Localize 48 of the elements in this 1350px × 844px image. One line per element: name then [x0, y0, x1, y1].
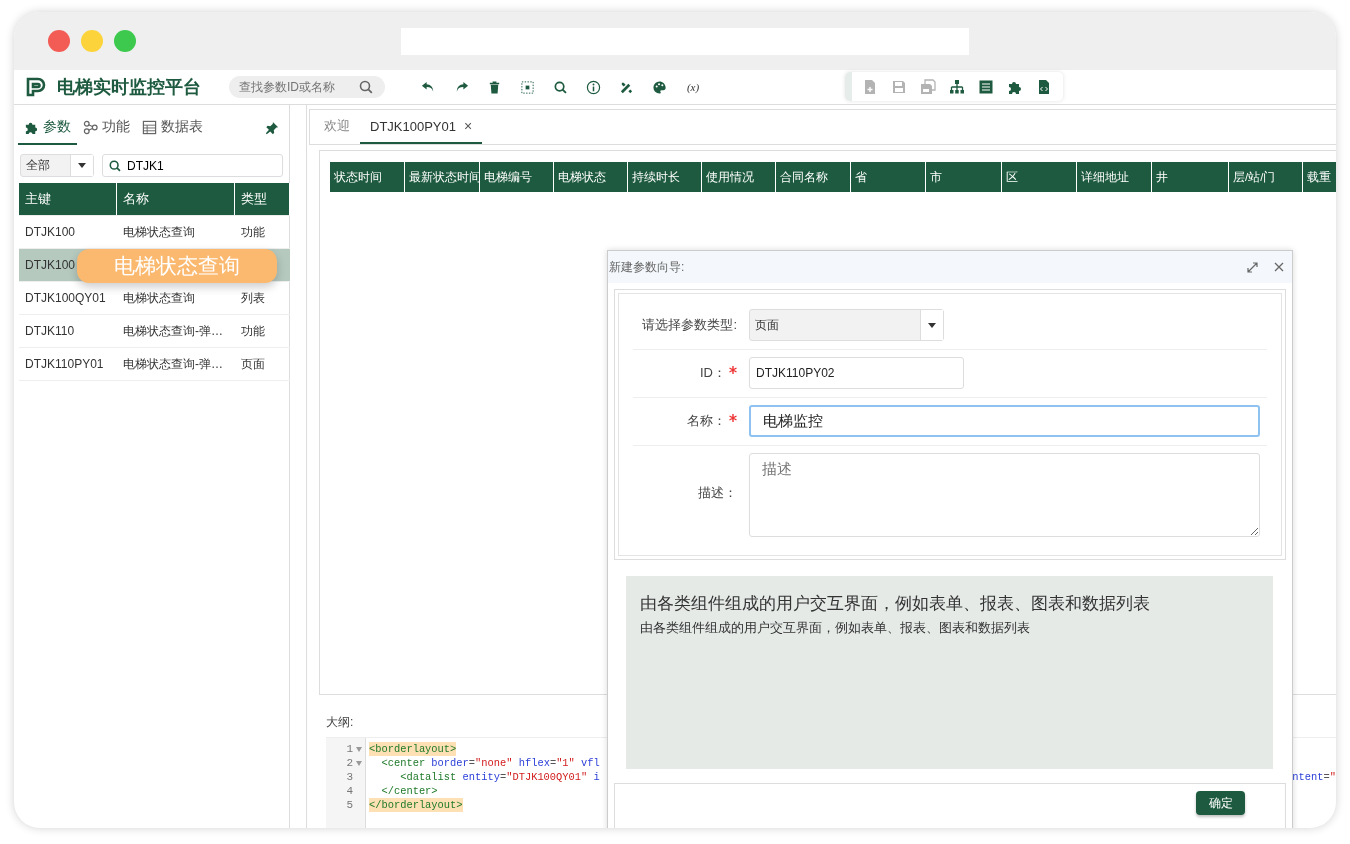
column-header: 使用情况	[702, 162, 776, 192]
code-line: <center border="none" hflex="1" vfl	[380, 756, 600, 770]
code-line: </center>	[380, 784, 438, 798]
field-label: 描述：	[698, 484, 737, 502]
column-header: 市	[926, 162, 1002, 192]
column-header: 名称	[117, 183, 235, 215]
line-number: 3	[346, 771, 353, 783]
table-cell: 电梯状态查询-弹…	[123, 355, 223, 373]
info-heading: 由各类组件组成的用户交互界面，例如表单、报表、图表和数据列表	[640, 593, 1151, 615]
column-header: 类型	[235, 183, 290, 215]
table-cell: DTJK100	[25, 225, 76, 239]
table-cell: 功能	[241, 223, 265, 241]
line-number: 1	[346, 743, 353, 755]
table-cell: DTJK110PY01	[25, 357, 104, 371]
column-header: 详细地址	[1077, 162, 1152, 192]
app-title: 电梯实时监控平台	[57, 76, 201, 99]
column-header: 合同名称	[776, 162, 851, 192]
info-text: 由各类组件组成的用户交互界面，例如表单、报表、图表和数据列表	[640, 619, 1031, 637]
table-cell: 功能	[241, 322, 265, 340]
field-label: 名称：	[687, 412, 726, 430]
column-header: 井	[1152, 162, 1229, 192]
column-header: 主键	[19, 183, 117, 215]
outline-label: 大纲:	[326, 714, 355, 731]
column-header: 省	[851, 162, 926, 192]
dialog-title: 新建参数向导:	[609, 258, 685, 276]
column-header: 电梯编号	[480, 162, 554, 192]
line-number: 2	[346, 757, 353, 769]
column-header: 电梯状态	[554, 162, 628, 192]
table-cell: 电梯状态查询	[123, 289, 195, 307]
column-header: 持续时长	[628, 162, 702, 192]
code-line: <datalist entity="DTJK100QY01" i	[399, 770, 600, 784]
table-cell: 列表	[241, 289, 265, 307]
column-header: 区	[1002, 162, 1077, 192]
line-number: 4	[346, 785, 353, 797]
line-number: 5	[346, 799, 353, 811]
field-label: 请选择参数类型:	[642, 316, 737, 334]
table-cell: 页面	[241, 355, 265, 373]
table-cell: DTJK100QY01	[25, 291, 106, 305]
column-header: 载重	[1303, 162, 1336, 192]
column-header: 状态时间	[330, 162, 405, 192]
table-cell: DTJK100	[25, 258, 76, 272]
table-cell: DTJK110	[25, 324, 75, 338]
code-line: ntent="	[1292, 770, 1336, 784]
column-header: 层/站/门	[1229, 162, 1303, 192]
table-cell: 电梯状态查询-弹…	[123, 322, 223, 340]
field-label: ID：	[700, 364, 726, 382]
table-cell: 电梯状态查询	[123, 223, 195, 241]
tooltip: 电梯状态查询	[77, 249, 277, 283]
